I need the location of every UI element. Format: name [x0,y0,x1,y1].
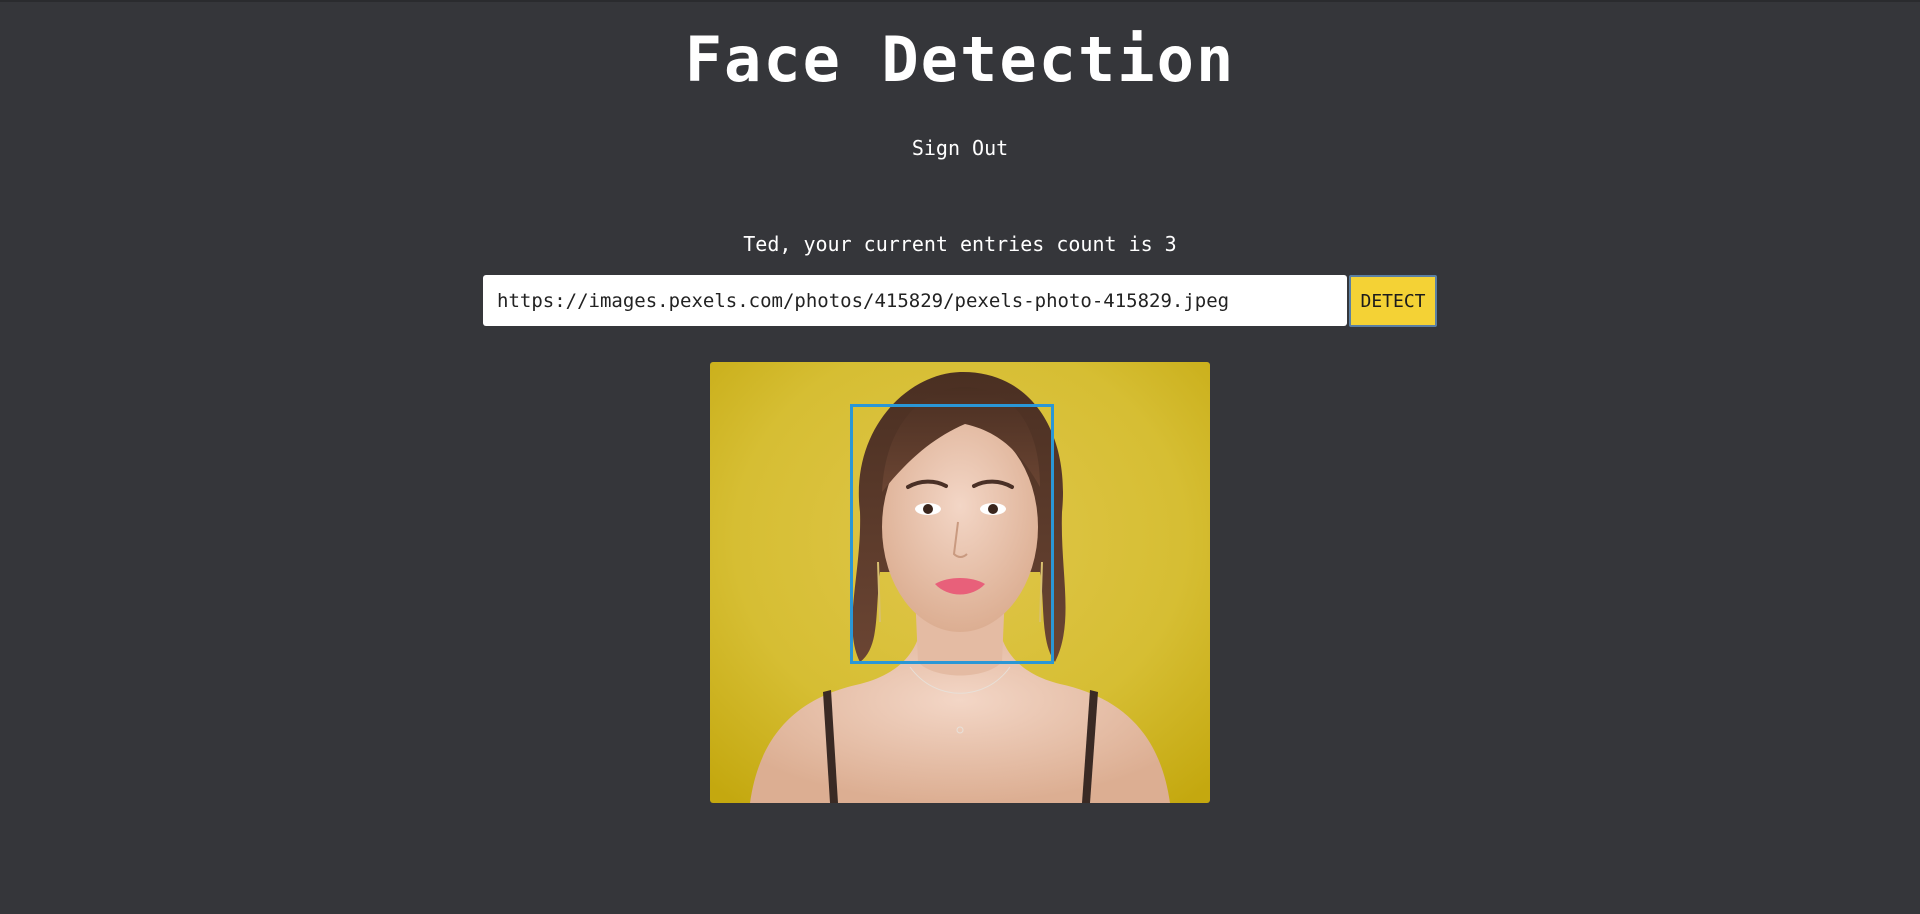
detected-photo [710,362,1210,803]
face-bounding-box [850,404,1054,664]
image-url-input[interactable] [483,275,1347,326]
top-border [0,0,1920,2]
page-title: Face Detection [684,23,1236,96]
detect-button[interactable]: DETECT [1349,275,1437,327]
entries-count-text: Ted, your current entries count is 3 [743,232,1177,256]
sign-out-link[interactable]: Sign Out [890,134,1030,162]
